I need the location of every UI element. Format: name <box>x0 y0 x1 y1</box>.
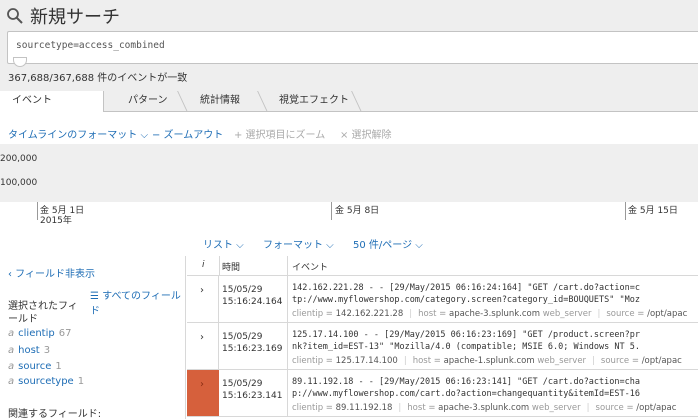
y-axis-label: 100,000 <box>0 178 38 188</box>
event-metadata: clientip = 142.162.221.28 | host = apache-… <box>292 309 688 319</box>
clientip-value[interactable]: 125.17.14.100 <box>336 356 398 366</box>
host-value[interactable]: apache-3.splunk.com <box>438 403 529 413</box>
x-axis-year: 2015年 <box>40 216 72 226</box>
clientip-value[interactable]: 142.162.221.28 <box>336 309 404 319</box>
hide-fields-link[interactable]: ‹ フィールド非表示 <box>8 265 95 280</box>
field-clientip[interactable]: a clientip 67 <box>8 328 71 339</box>
search-header: 新規サーチ sourcetype=access_combined 367,688… <box>0 0 698 91</box>
list-view-menu[interactable]: リスト ⌵ <box>203 236 244 251</box>
per-page-menu[interactable]: 50 件/ページ ⌵ <box>353 236 423 251</box>
host-value[interactable]: apache-1.splunk.com <box>444 356 535 366</box>
all-fields-link[interactable]: ☰ すべてのフィールド <box>90 287 185 317</box>
event-metadata: clientip = 89.11.192.18 | host = apache-3.… <box>292 403 677 413</box>
table-header: i 時間 イベント <box>187 256 698 276</box>
event-metadata: clientip = 125.17.14.100 | host = apache-1… <box>292 356 682 366</box>
event-time: 15/05/29 15:16:24.164 <box>222 285 283 307</box>
event-raw-text: 89.11.192.18 - - [29/May/2015 06:16:23:1… <box>292 377 640 399</box>
string-field-icon: a <box>8 345 15 356</box>
chevron-right-icon: › <box>200 332 204 343</box>
related-fields-heading: 関連するフィールド: <box>8 409 102 419</box>
timeline-x-axis: 金 5月 1日 2015年 金 5月 8日 金 5月 15日 <box>0 202 698 228</box>
event-count: 367,688/367,688 件のイベントが一致 <box>8 73 188 84</box>
x-axis-tick <box>331 202 332 220</box>
expand-row-button[interactable]: › <box>187 276 219 322</box>
search-query-text[interactable]: sourcetype=access_combined <box>16 40 165 51</box>
tab-events[interactable]: イベント (367,688) <box>0 91 104 126</box>
tab-visualization[interactable]: 視覚エフェクト <box>267 91 357 112</box>
table-row[interactable]: › 15/05/29 15:16:24.164 142.162.221.28 - … <box>187 276 698 323</box>
deselect-button[interactable]: × 選択解除 <box>340 126 392 141</box>
expand-row-button[interactable]: › <box>187 323 219 369</box>
expand-row-button[interactable]: › <box>187 370 219 416</box>
table-row[interactable]: › 15/05/29 15:16:23.141 89.11.192.18 - - … <box>187 370 698 417</box>
selected-fields-heading: 選択されたフィールド <box>8 301 78 325</box>
chevron-right-icon: › <box>200 379 204 390</box>
events-table: i 時間 イベント › 15/05/29 15:16:24.164 142.162… <box>187 256 698 419</box>
string-field-icon: a <box>8 328 15 339</box>
search-input[interactable]: sourcetype=access_combined <box>7 31 698 64</box>
format-menu[interactable]: フォーマット ⌵ <box>263 236 334 251</box>
timeline-controls: タイムラインのフォーマット ⌵ − ズームアウト + 選択項目にズーム × 選択… <box>0 112 698 144</box>
host-value[interactable]: apache-3.splunk.com <box>449 309 540 319</box>
x-axis-label: 金 5月 15日 <box>628 206 678 216</box>
event-time: 15/05/29 15:16:23.169 <box>222 332 283 354</box>
event-raw-text: 142.162.221.28 - - [29/May/2015 06:16:24… <box>292 283 640 305</box>
tab-statistics[interactable]: 統計情報 <box>188 91 254 112</box>
column-header-info: i <box>202 260 205 270</box>
x-axis-label: 金 5月 8日 <box>335 206 380 216</box>
tab-patterns[interactable]: パターン <box>116 91 176 112</box>
timeline-chart[interactable]: 200,000 100,000 <box>0 144 698 202</box>
zoom-to-selection-button[interactable]: + 選択項目にズーム <box>234 126 325 141</box>
title-area: 新規サーチ <box>6 4 120 28</box>
y-axis-label: 200,000 <box>0 154 38 164</box>
x-axis-tick <box>37 202 38 220</box>
event-raw-text: 125.17.14.100 - - [29/May/2015 06:16:23:… <box>292 330 640 352</box>
x-axis-tick <box>625 202 626 220</box>
chevron-right-icon: › <box>200 285 204 296</box>
field-source[interactable]: a source 1 <box>8 361 62 372</box>
tab-bar: イベント (367,688) パターン 統計情報 視覚エフェクト <box>0 91 698 126</box>
clientip-value[interactable]: 89.11.192.18 <box>336 403 393 413</box>
search-icon <box>7 8 23 24</box>
timeline-format-menu[interactable]: タイムラインのフォーマット ⌵ <box>8 126 148 141</box>
search-expand-handle[interactable] <box>13 57 27 67</box>
page-title: 新規サーチ <box>30 7 120 28</box>
zoom-out-button[interactable]: − ズームアウト <box>152 126 223 141</box>
column-header-event: イベント <box>292 263 329 273</box>
field-sourcetype[interactable]: a sourcetype 1 <box>8 376 84 387</box>
column-header-time[interactable]: 時間 <box>222 260 240 273</box>
field-host[interactable]: a host 3 <box>8 345 50 356</box>
string-field-icon: a <box>8 361 15 372</box>
table-row[interactable]: › 15/05/29 15:16:23.169 125.17.14.100 - -… <box>187 323 698 370</box>
string-field-icon: a <box>8 376 15 387</box>
event-time: 15/05/29 15:16:23.141 <box>222 379 283 401</box>
fields-sidebar: ‹ フィールド非表示 ☰ すべてのフィールド 選択されたフィールド a clien… <box>0 256 186 419</box>
